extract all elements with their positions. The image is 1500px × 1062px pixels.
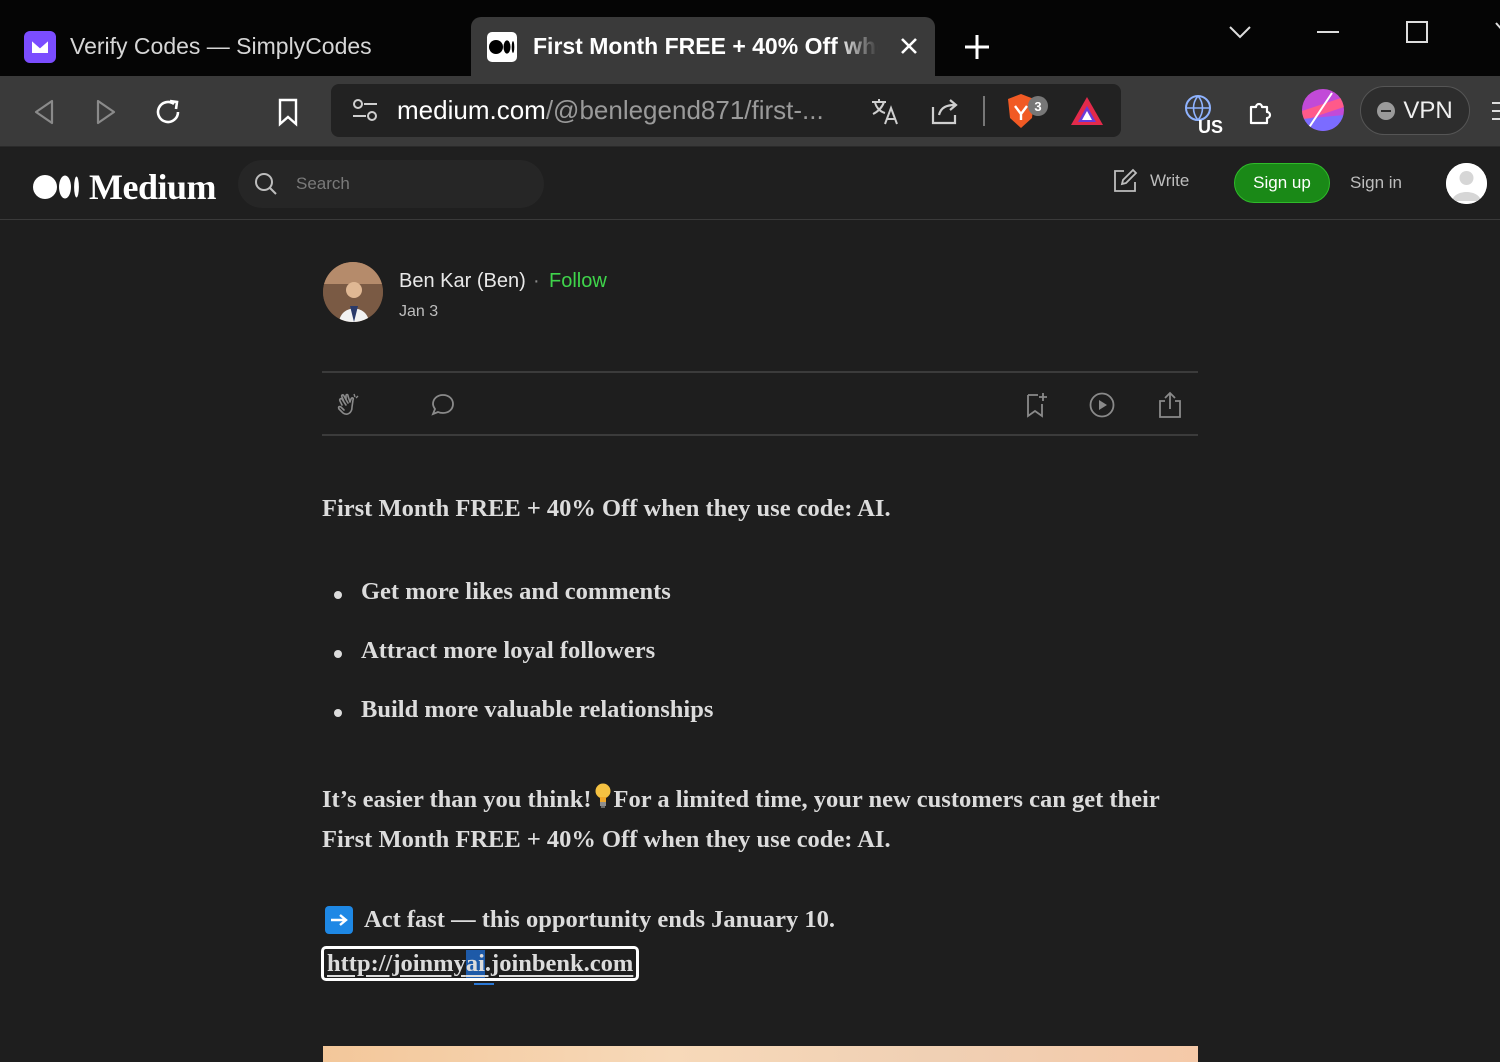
bookmark-button[interactable]: [268, 92, 308, 132]
search-input[interactable]: Search: [238, 160, 544, 208]
medium-icon: [487, 31, 517, 62]
list-item: Attract more loyal followers: [332, 637, 713, 696]
bookmark-icon: [278, 98, 298, 127]
back-button[interactable]: [24, 92, 64, 132]
act-fast-text: Act fast — this opportunity ends January…: [364, 906, 835, 933]
simplycodes-icon: [24, 30, 56, 63]
profile-icon: [1302, 89, 1344, 131]
browser-tab-strip: Verify Codes — SimplyCodes First Month F…: [0, 0, 1500, 76]
close-icon[interactable]: [897, 34, 921, 58]
vpn-label: VPN: [1403, 96, 1453, 124]
address-bar-divider: [983, 96, 985, 126]
post-date: Jan 3: [399, 303, 439, 320]
brave-rewards-icon[interactable]: [1069, 95, 1105, 127]
write-button[interactable]: Write: [1112, 168, 1189, 194]
url-text[interactable]: medium.com/@benlegend871/first-...: [397, 95, 824, 126]
share-article-icon[interactable]: [1156, 391, 1184, 419]
paragraph-part-1: It’s easier than you think!: [322, 786, 592, 813]
close-window-icon[interactable]: [1484, 14, 1500, 50]
article-action-bar: [322, 371, 1198, 436]
url-path: /@benlegend871/first-...: [545, 95, 824, 125]
vpn-status-icon: [1377, 101, 1396, 120]
medium-logo[interactable]: Medium: [33, 166, 217, 208]
extensions-button[interactable]: [1240, 92, 1280, 132]
new-tab-icon[interactable]: [962, 32, 992, 62]
comment-icon[interactable]: [429, 391, 457, 419]
region-label: US: [1198, 117, 1224, 137]
back-icon: [34, 99, 54, 125]
link-text-end[interactable]: .joinbenk.com: [485, 950, 633, 978]
tab-title: First Month FREE + 40% Off whe: [533, 33, 878, 59]
sign-in-link[interactable]: Sign in: [1350, 173, 1402, 193]
forward-icon: [96, 99, 116, 125]
menu-icon[interactable]: [1492, 100, 1500, 122]
share-icon[interactable]: [929, 95, 961, 127]
write-icon: [1114, 168, 1138, 192]
tab-verify-codes[interactable]: Verify Codes — SimplyCodes: [0, 17, 470, 76]
search-placeholder: Search: [296, 174, 350, 193]
medium-logo-icon: [33, 175, 79, 199]
medium-wordmark: Medium: [89, 167, 217, 207]
search-icon: [255, 173, 277, 195]
author-avatar[interactable]: [323, 262, 383, 322]
tab-search-chevron-icon[interactable]: [1222, 14, 1258, 50]
author-photo-icon: [323, 262, 383, 322]
vpn-button[interactable]: VPN: [1360, 86, 1470, 135]
benefit-list: Get more likes and comments Attract more…: [332, 578, 713, 755]
list-item: Build more valuable relationships: [332, 696, 713, 755]
browser-toolbar: medium.com/@benlegend871/first-... 3 US …: [0, 76, 1500, 147]
clap-icon[interactable]: [334, 391, 362, 419]
puzzle-icon: [1249, 102, 1272, 125]
forward-button[interactable]: [86, 92, 126, 132]
listen-play-icon[interactable]: [1088, 391, 1116, 419]
sign-up-button[interactable]: Sign up: [1234, 163, 1330, 203]
profile-avatar[interactable]: [1302, 89, 1344, 131]
bookmark-add-icon[interactable]: [1022, 391, 1050, 419]
reload-icon: [156, 99, 180, 124]
text-selection-underline: [474, 983, 494, 985]
list-item: Get more likes and comments: [332, 578, 713, 637]
address-bar[interactable]: medium.com/@benlegend871/first-...: [331, 84, 1121, 137]
act-fast-line: Act fast — this opportunity ends January…: [325, 906, 835, 934]
promo-link[interactable]: http://joinmy ai .joinbenk.com: [321, 946, 640, 981]
article-paragraph: It’s easier than you think! For a limited…: [322, 780, 1202, 860]
article-hero-image: [323, 1046, 1198, 1062]
link-text-start[interactable]: http://joinmy: [327, 950, 466, 978]
url-host: medium.com: [397, 95, 546, 125]
minimize-icon[interactable]: [1310, 14, 1346, 50]
maximize-icon[interactable]: [1399, 14, 1435, 50]
follow-button[interactable]: Follow: [549, 270, 607, 293]
link-text-selected[interactable]: ai: [465, 949, 485, 978]
shields-count-badge: 3: [1028, 96, 1048, 116]
tab-title: Verify Codes — SimplyCodes: [70, 33, 372, 59]
right-arrow-icon: [325, 906, 353, 934]
user-avatar-icon[interactable]: [1446, 163, 1487, 204]
reload-button[interactable]: [148, 92, 188, 132]
author-separator: ·: [533, 270, 540, 292]
write-label: Write: [1150, 171, 1190, 190]
article-lead-paragraph: First Month FREE + 40% Off when they use…: [322, 495, 891, 522]
medium-header: Medium Search Write Sign up Sign in: [0, 148, 1500, 220]
light-bulb-icon: [595, 783, 611, 808]
author-name[interactable]: Ben Kar (Ben): [399, 270, 526, 293]
translate-icon[interactable]: [869, 95, 901, 127]
site-settings-icon[interactable]: [351, 97, 379, 123]
tab-medium-article[interactable]: First Month FREE + 40% Off whe: [471, 17, 935, 76]
